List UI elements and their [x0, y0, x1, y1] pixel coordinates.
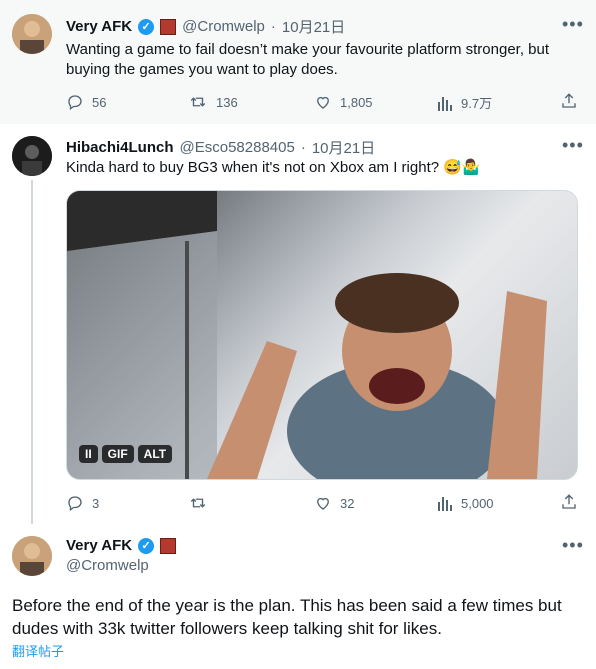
- retweet-count: 136: [216, 94, 238, 110]
- like-count: 32: [340, 495, 355, 511]
- share-icon[interactable]: [560, 493, 578, 516]
- display-name[interactable]: Very AFK: [66, 18, 132, 35]
- reply-button[interactable]: 3: [66, 494, 99, 512]
- flag-icon: [160, 18, 177, 35]
- views-button[interactable]: 9.7万: [437, 93, 492, 112]
- like-button[interactable]: 32: [314, 494, 354, 512]
- retweet-button[interactable]: 136: [188, 93, 238, 111]
- display-name[interactable]: Very AFK: [66, 537, 132, 554]
- reply-button[interactable]: 56: [66, 93, 106, 111]
- tweet-text: Kinda hard to buy BG3 when it's not on X…: [66, 159, 481, 176]
- share-icon[interactable]: [560, 92, 578, 115]
- more-icon[interactable]: •••: [562, 135, 584, 156]
- reply-icon: [68, 95, 82, 111]
- like-button[interactable]: 1,805: [314, 93, 373, 111]
- separator: ·: [270, 18, 276, 35]
- like-count: 1,805: [340, 94, 373, 110]
- handle[interactable]: @Cromwelp: [66, 557, 149, 574]
- views-icon: [438, 497, 452, 511]
- separator: ·: [300, 139, 306, 156]
- gif-image: [67, 191, 547, 479]
- like-icon: [317, 497, 329, 510]
- more-icon[interactable]: •••: [562, 14, 584, 35]
- more-icon[interactable]: •••: [562, 535, 584, 556]
- alt-badge[interactable]: ALT: [137, 445, 173, 463]
- view-count: 9.7万: [461, 96, 493, 111]
- views-button[interactable]: 5,000: [437, 494, 494, 512]
- retweet-icon: [190, 498, 206, 508]
- like-icon: [317, 96, 329, 109]
- handle[interactable]: @Cromwelp: [182, 18, 265, 35]
- pause-button[interactable]: II: [79, 445, 98, 463]
- avatar[interactable]: [12, 14, 52, 54]
- flag-icon: [160, 537, 177, 554]
- verified-icon: ✓: [138, 537, 155, 554]
- translate-link[interactable]: 翻译帖子: [12, 641, 64, 660]
- avatar[interactable]: [12, 136, 52, 176]
- tweet-2[interactable]: Hibachi4Lunch @Esco58288405 · 10月21日 •••…: [0, 124, 596, 524]
- verified-icon: ✓: [138, 18, 155, 35]
- gif-media[interactable]: II GIF ALT: [66, 190, 578, 480]
- reply-icon: [68, 496, 82, 512]
- tweet-1[interactable]: Very AFK ✓ @Cromwelp · 10月21日 ••• Wantin…: [0, 0, 596, 124]
- tweet-3[interactable]: Very AFK ✓ @Cromwelp ••• Before the end …: [0, 524, 596, 669]
- timestamp[interactable]: 10月21日: [282, 16, 345, 37]
- handle[interactable]: @Esco58288405: [180, 139, 295, 156]
- reply-count: 3: [92, 495, 100, 511]
- reply-count: 56: [92, 94, 107, 110]
- view-count: 5,000: [461, 495, 494, 511]
- tweet-text: Before the end of the year is the plan. …: [12, 596, 562, 638]
- timestamp[interactable]: 10月21日: [312, 137, 375, 158]
- avatar[interactable]: [12, 536, 52, 576]
- retweet-button[interactable]: [188, 494, 216, 512]
- tweet-text: Wanting a game to fail doesn’t make your…: [66, 41, 550, 78]
- views-icon: [438, 96, 452, 111]
- gif-badge: GIF: [101, 445, 134, 463]
- display-name[interactable]: Hibachi4Lunch: [66, 139, 174, 156]
- retweet-icon: [190, 97, 206, 107]
- thread-line: [31, 180, 33, 524]
